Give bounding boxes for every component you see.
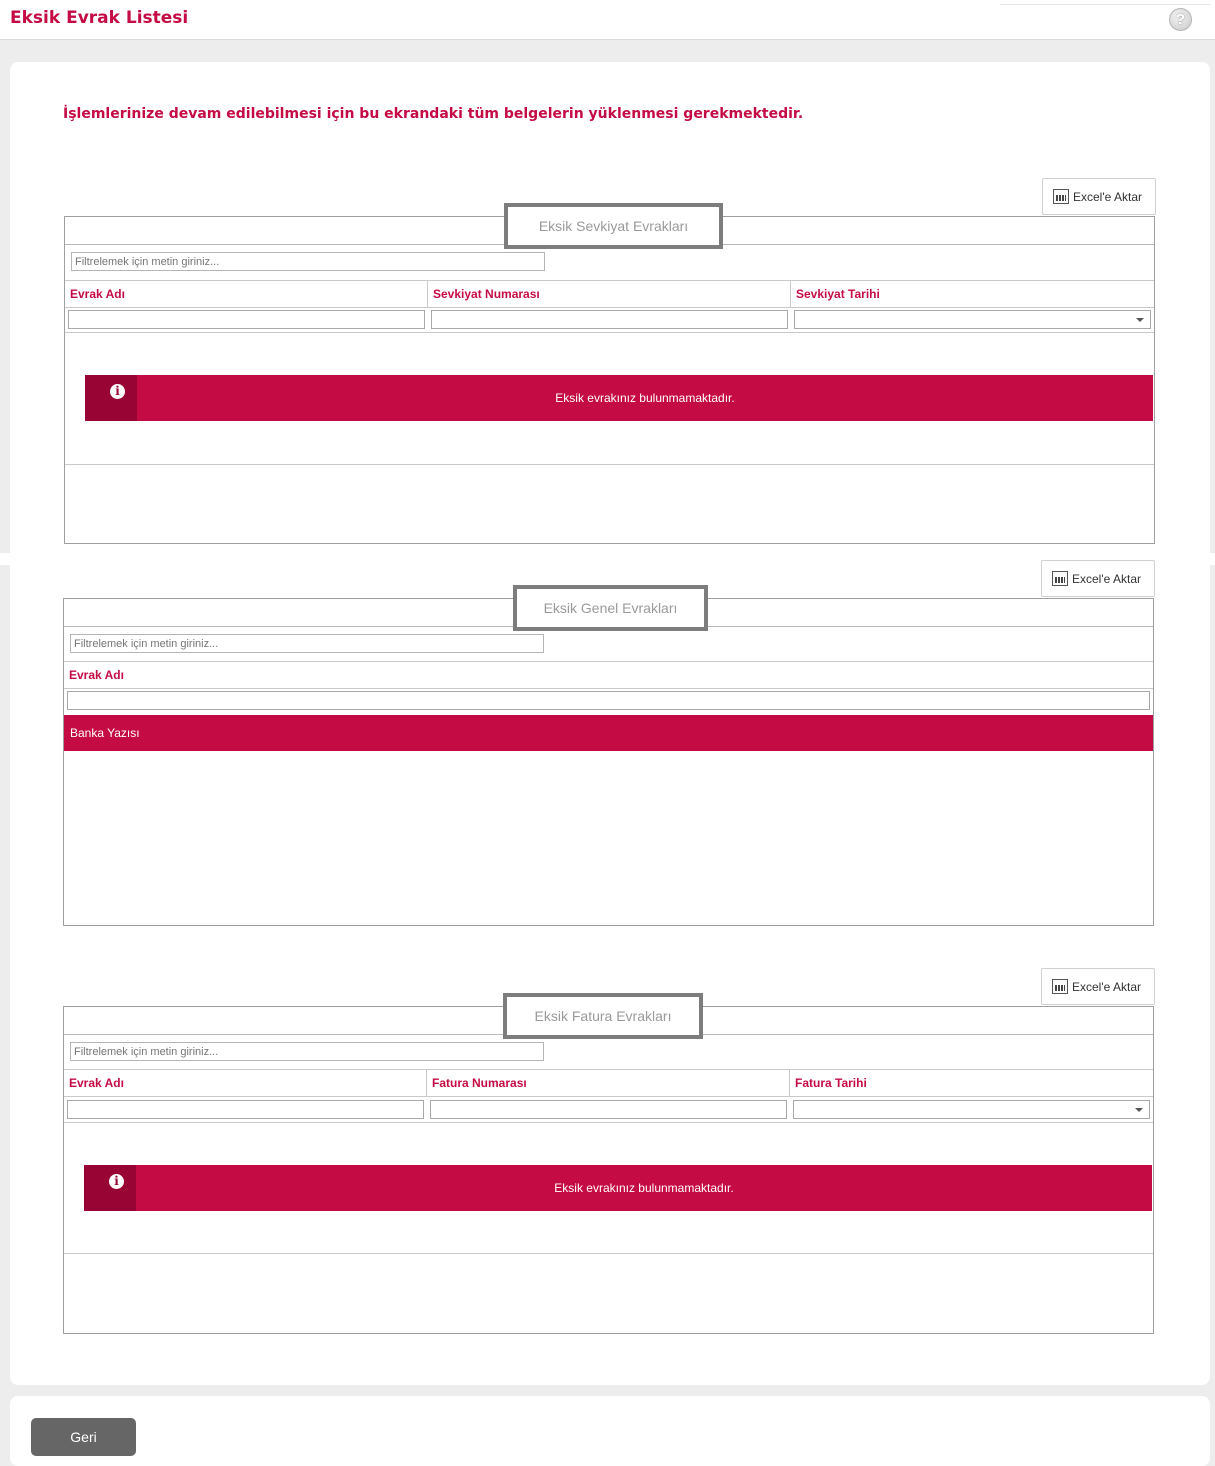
column-header-row: Evrak Adı Fatura Numarası Fatura Tarihi xyxy=(64,1069,1153,1097)
column-header-document-name[interactable]: Evrak Adı xyxy=(64,1070,427,1096)
excel-icon xyxy=(1052,979,1068,994)
excel-icon xyxy=(1053,189,1069,204)
page-title: Eksik Evrak Listesi xyxy=(10,8,189,28)
chevron-down-icon xyxy=(1136,318,1144,322)
export-label: Excel'e Aktar xyxy=(1072,571,1141,586)
footer-card xyxy=(10,1396,1210,1466)
export-label: Excel'e Aktar xyxy=(1073,189,1142,204)
chevron-down-icon xyxy=(1135,1108,1143,1112)
column-filter-document-name[interactable] xyxy=(68,310,425,329)
footer-divider xyxy=(64,1253,1153,1254)
alert-icon-cell: i xyxy=(84,1165,136,1211)
page-header: Eksik Evrak Listesi ? xyxy=(0,0,1215,40)
column-header-document-name[interactable]: Evrak Adı xyxy=(65,281,428,307)
header-strip xyxy=(1000,4,1210,5)
export-excel-button-general[interactable]: Excel'e Aktar xyxy=(1041,560,1155,597)
grid-filter-input[interactable] xyxy=(71,252,545,271)
help-icon[interactable]: ? xyxy=(1169,8,1192,31)
grid-filter-input[interactable] xyxy=(70,634,544,653)
grid-caption: Eksik Genel Evrakları xyxy=(64,585,1153,631)
empty-data-alert: i Eksik evrakınız bulunmamaktadır. xyxy=(85,375,1153,421)
grid-caption: Eksik Fatura Evrakları xyxy=(64,993,1153,1039)
column-header-invoice-date[interactable]: Fatura Tarihi xyxy=(790,1070,1153,1096)
grid-filter-input[interactable] xyxy=(70,1042,544,1061)
grid-shipment-documents: Eksik Sevkiyat Evrakları Evrak Adı Sevki… xyxy=(64,203,1155,544)
column-header-document-name[interactable]: Evrak Adı xyxy=(64,662,1153,688)
warning-message: İşlemlerinize devam edilebilmesi için bu… xyxy=(63,106,804,122)
column-header-invoice-number[interactable]: Fatura Numarası xyxy=(427,1070,790,1096)
grid-general-documents: Eksik Genel Evrakları Evrak Adı Banka Ya… xyxy=(63,585,1154,926)
column-header-shipment-number[interactable]: Sevkiyat Numarası xyxy=(428,281,791,307)
column-filter-shipment-number[interactable] xyxy=(431,310,788,329)
grid-invoice-documents: Eksik Fatura Evrakları Evrak Adı Fatura … xyxy=(63,993,1154,1334)
column-filter-shipment-date[interactable] xyxy=(794,310,1151,329)
back-button[interactable]: Geri xyxy=(31,1418,136,1456)
export-excel-button-shipment[interactable]: Excel'e Aktar xyxy=(1042,178,1156,215)
column-header-shipment-date[interactable]: Sevkiyat Tarihi xyxy=(791,281,1154,307)
export-excel-button-invoice[interactable]: Excel'e Aktar xyxy=(1041,968,1155,1005)
column-filter-invoice-number[interactable] xyxy=(430,1100,787,1119)
grid-title: Eksik Sevkiyat Evrakları xyxy=(504,203,723,249)
grid-title: Eksik Fatura Evrakları xyxy=(503,993,703,1039)
info-icon: i xyxy=(110,384,125,399)
export-label: Excel'e Aktar xyxy=(1072,979,1141,994)
row-divider xyxy=(64,1122,1153,1123)
table-row[interactable]: Banka Yazısı xyxy=(64,715,1153,751)
column-header-row: Evrak Adı Sevkiyat Numarası Sevkiyat Tar… xyxy=(65,280,1154,308)
column-filter-document-name[interactable] xyxy=(67,691,1150,710)
empty-data-alert: i Eksik evrakınız bulunmamaktadır. xyxy=(84,1165,1152,1211)
footer-divider xyxy=(65,464,1154,465)
empty-message: Eksik evrakınız bulunmamaktadır. xyxy=(555,391,735,405)
grid-title: Eksik Genel Evrakları xyxy=(513,585,708,631)
empty-message: Eksik evrakınız bulunmamaktadır. xyxy=(554,1181,734,1195)
section-gap xyxy=(0,553,1215,565)
column-filter-document-name[interactable] xyxy=(67,1100,424,1119)
info-icon: i xyxy=(109,1174,124,1189)
grid-caption: Eksik Sevkiyat Evrakları xyxy=(65,203,1154,249)
row-divider xyxy=(65,332,1154,333)
column-filter-invoice-date[interactable] xyxy=(793,1100,1150,1119)
excel-icon xyxy=(1052,571,1068,586)
column-header-row: Evrak Adı xyxy=(64,661,1153,689)
alert-icon-cell: i xyxy=(85,375,137,421)
